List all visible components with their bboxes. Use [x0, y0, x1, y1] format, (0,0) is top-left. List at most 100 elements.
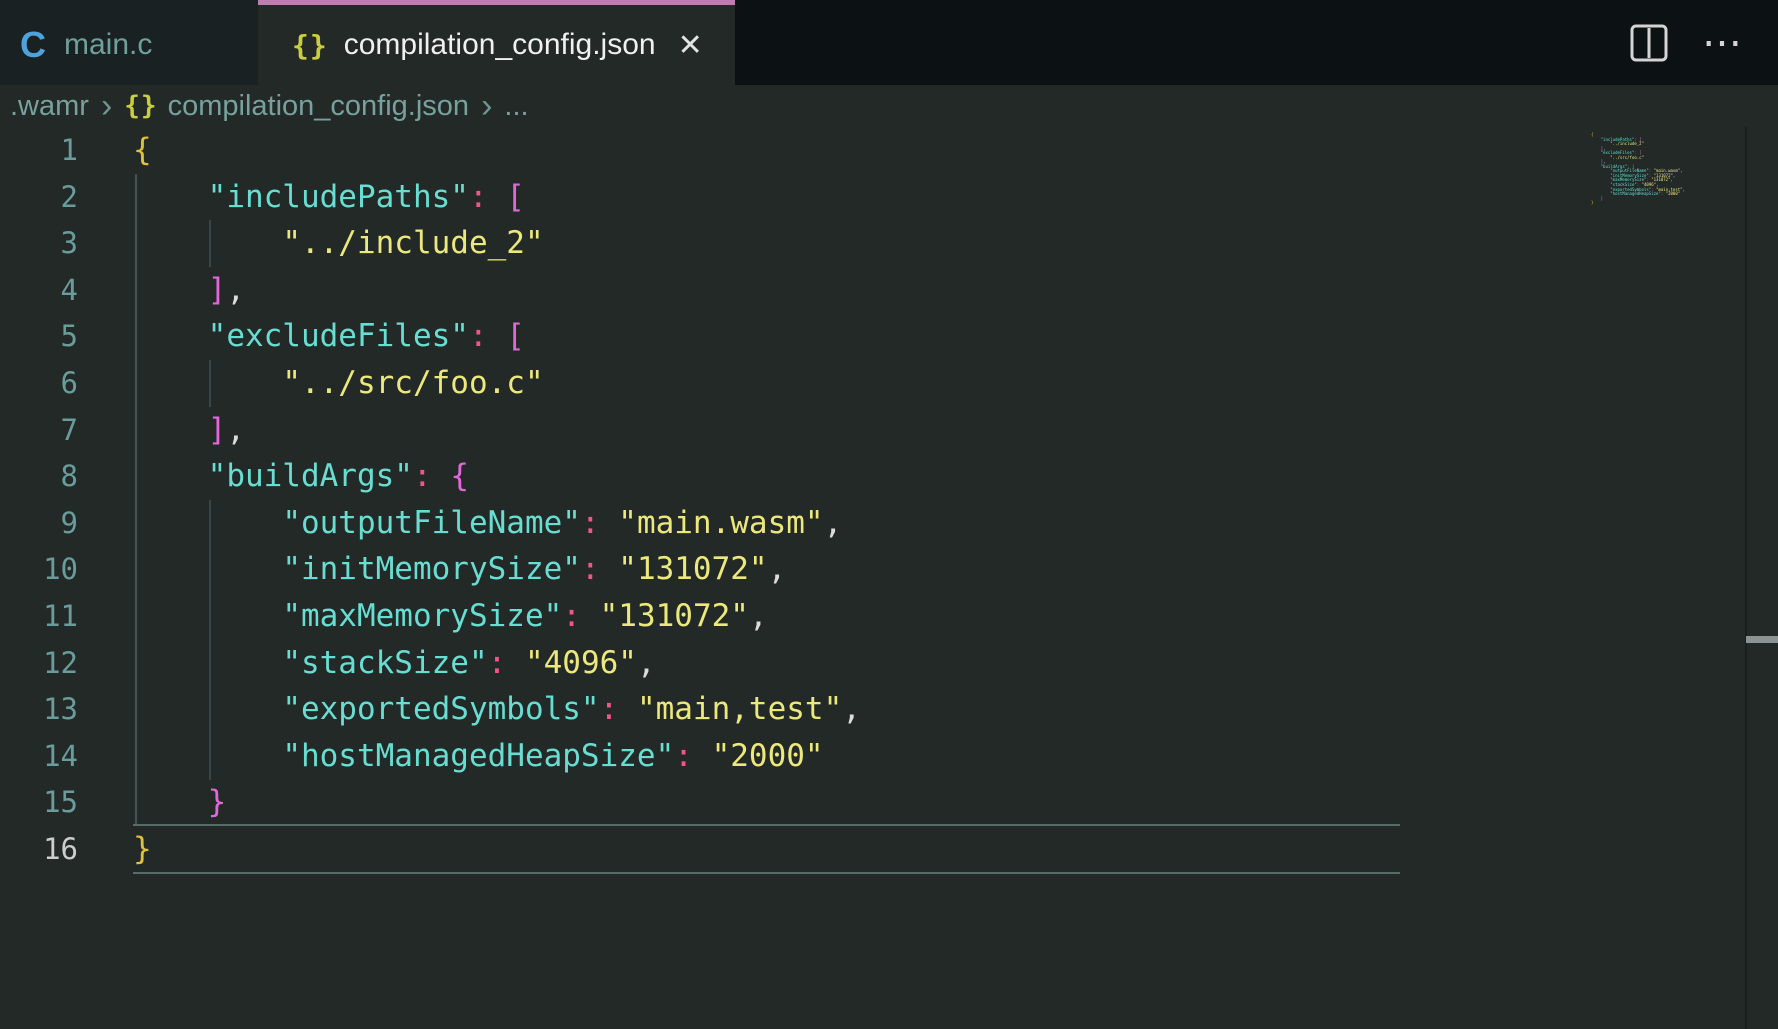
breadcrumb-item-wamr[interactable]: .wamr — [10, 90, 89, 123]
code-line[interactable]: } — [133, 779, 861, 826]
code-token — [133, 272, 208, 308]
code-token: "2000" — [712, 738, 824, 774]
line-number: 5 — [0, 313, 78, 360]
code-token: : — [562, 598, 581, 634]
code-token — [133, 458, 208, 494]
tab-bar: C main.c {} compilation_config.json ✕ ⋯ — [0, 0, 1778, 85]
gutter: 12345678910111213141516 — [0, 127, 78, 873]
overview-ruler-marker — [1746, 636, 1778, 643]
code-token: , — [842, 691, 861, 727]
more-actions-icon[interactable]: ⋯ — [1702, 24, 1744, 62]
code-token: , — [637, 645, 656, 681]
scrollbar-divider — [1745, 127, 1747, 1029]
code-token — [133, 505, 282, 541]
code-token — [488, 318, 507, 354]
c-file-icon: C — [20, 24, 46, 66]
editor-actions: ⋯ — [1630, 0, 1778, 85]
code-token: [ — [506, 318, 525, 354]
code-token: , — [226, 272, 245, 308]
chevron-right-icon: › — [481, 87, 492, 126]
code-token — [581, 598, 600, 634]
code-lines[interactable]: { "includePaths": [ "../include_2" ], "e… — [133, 127, 861, 873]
code-token: , — [226, 412, 245, 448]
code-token: "main.wasm" — [618, 505, 823, 541]
code-token: , — [1683, 187, 1685, 192]
code-line[interactable]: "includePaths": [ — [133, 174, 861, 221]
breadcrumb-item-file[interactable]: {} compilation_config.json — [124, 90, 469, 123]
line-number: 1 — [0, 127, 78, 174]
code-token: : — [581, 505, 600, 541]
code-token: "../src/foo.c" — [282, 365, 543, 401]
line-number: 3 — [0, 220, 78, 267]
chevron-right-icon: › — [101, 87, 112, 126]
code-token — [600, 505, 619, 541]
code-token: ] — [208, 412, 227, 448]
code-line[interactable]: ], — [133, 267, 861, 314]
line-number: 11 — [0, 593, 78, 640]
line-number: 13 — [0, 686, 78, 733]
code-token: "../include_2" — [1610, 141, 1644, 146]
code-token — [488, 179, 507, 215]
line-number: 6 — [0, 360, 78, 407]
editor-pane[interactable]: 12345678910111213141516 { "includePaths"… — [0, 127, 1778, 1029]
line-number: 14 — [0, 733, 78, 780]
code-token: "buildArgs" — [208, 458, 413, 494]
code-token: "stackSize" — [282, 645, 487, 681]
code-token: "4096" — [525, 645, 637, 681]
code-line[interactable]: "hostManagedHeapSize": "2000" — [133, 733, 861, 780]
code-token: "includePaths" — [208, 179, 469, 215]
json-braces-icon: {} — [292, 29, 328, 62]
minimap[interactable]: { "includePaths": [ "../include_2" ], "e… — [1591, 133, 1711, 206]
line-number: 2 — [0, 174, 78, 221]
code-token: "../src/foo.c" — [1610, 155, 1644, 160]
code-token — [432, 458, 451, 494]
code-line[interactable]: { — [133, 127, 861, 174]
breadcrumb: .wamr › {} compilation_config.json › ... — [0, 85, 1778, 127]
line-number: 10 — [0, 546, 78, 593]
close-tab-icon[interactable]: ✕ — [678, 28, 703, 63]
code-token: } — [208, 784, 227, 820]
code-token — [506, 645, 525, 681]
code-token: } — [133, 831, 152, 867]
code-line[interactable]: "outputFileName": "main.wasm", — [133, 500, 861, 547]
code-line[interactable]: "initMemorySize": "131072", — [133, 546, 861, 593]
code-token: } — [1591, 200, 1593, 205]
code-line[interactable]: "exportedSymbols": "main,test", — [133, 686, 861, 733]
code-line[interactable]: "../include_2" — [133, 220, 861, 267]
code-token: { — [133, 132, 152, 168]
code-line[interactable]: "maxMemorySize": "131072", — [133, 593, 861, 640]
code-token — [133, 551, 282, 587]
code-token: "exportedSymbols" — [282, 691, 599, 727]
code-token — [693, 738, 712, 774]
code-token: [ — [506, 179, 525, 215]
code-line[interactable]: ], — [133, 407, 861, 454]
breadcrumb-item-symbol[interactable]: ... — [504, 90, 528, 123]
code-token: , — [1680, 168, 1682, 173]
code-token: "../include_2" — [282, 225, 543, 261]
split-editor-icon[interactable] — [1630, 24, 1668, 62]
code-token — [133, 691, 282, 727]
code-line[interactable]: "../src/foo.c" — [133, 360, 861, 407]
minimap-line: } — [1591, 201, 1711, 206]
code-token: , — [768, 551, 787, 587]
code-token: "hostManagedHeapSize" — [1610, 191, 1661, 196]
code-token — [133, 784, 208, 820]
code-token — [133, 225, 282, 261]
code-token — [133, 738, 282, 774]
code-token: "2000" — [1666, 191, 1680, 196]
code-token: "131072" — [600, 598, 749, 634]
code-line[interactable]: "excludeFiles": [ — [133, 313, 861, 360]
code-line[interactable]: "stackSize": "4096", — [133, 640, 861, 687]
code-token: , — [1673, 173, 1675, 178]
code-line[interactable]: "buildArgs": { — [133, 453, 861, 500]
line-number: 4 — [0, 267, 78, 314]
code-line[interactable]: } — [133, 826, 861, 873]
tab-compilation-config-json[interactable]: {} compilation_config.json ✕ — [258, 0, 735, 85]
code-token — [133, 412, 208, 448]
code-token: : — [600, 691, 619, 727]
code-token: "maxMemorySize" — [282, 598, 562, 634]
code-token — [133, 179, 208, 215]
code-token: "hostManagedHeapSize" — [282, 738, 674, 774]
code-token — [133, 318, 208, 354]
tab-main-c[interactable]: C main.c — [0, 0, 258, 85]
